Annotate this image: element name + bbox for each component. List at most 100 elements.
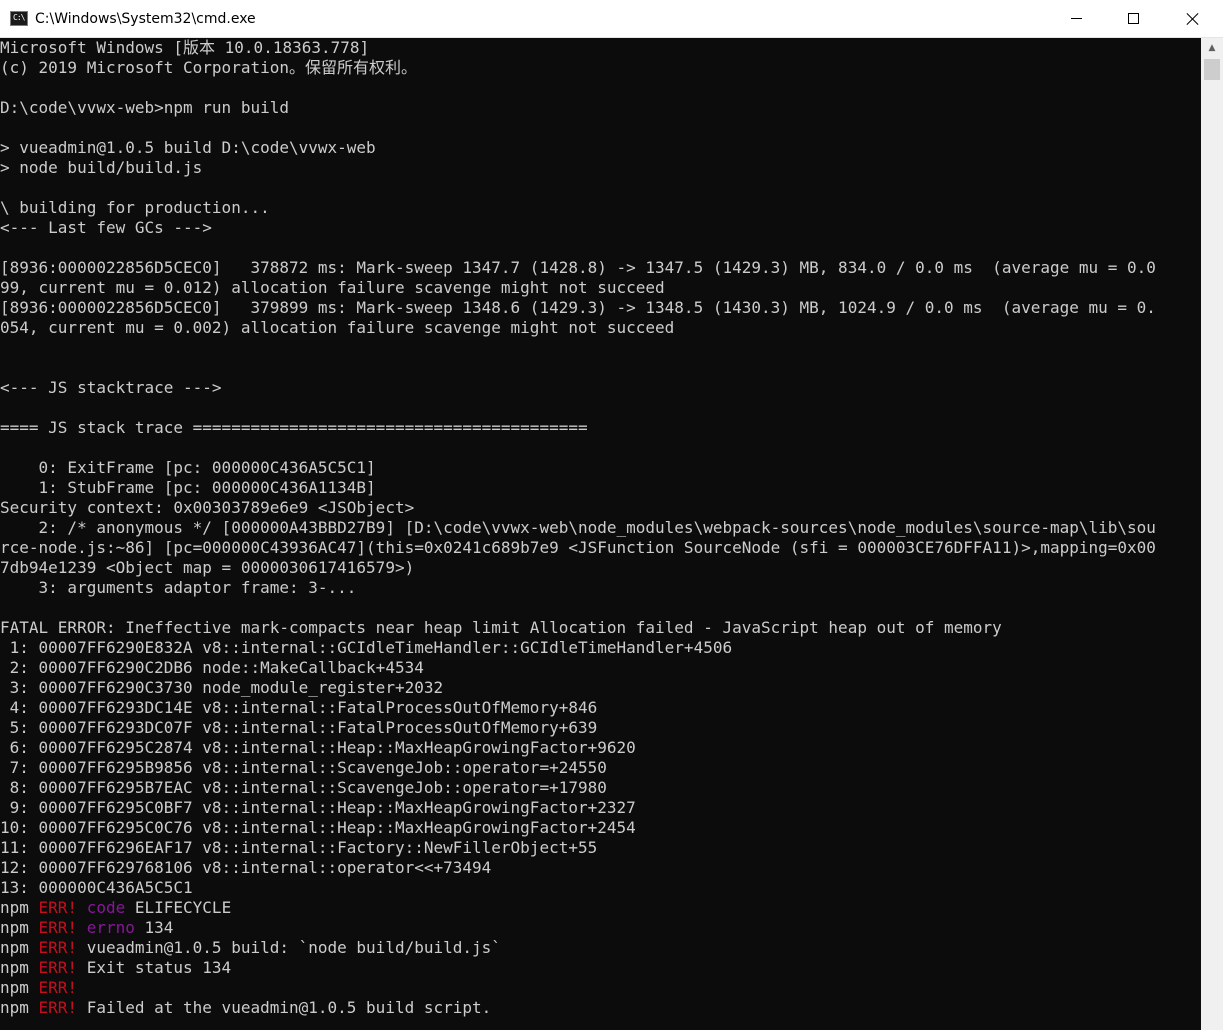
maximize-button[interactable]: [1105, 0, 1163, 38]
console-line: npm ERR! code ELIFECYCLE: [0, 898, 1201, 918]
window-title: C:\Windows\System32\cmd.exe: [35, 11, 256, 27]
console-text: rce-node.js:~86] [pc=000000C43936AC47](t…: [0, 538, 1156, 557]
console-line: 2: /* anonymous */ [000000A43BBD27B9] [D…: [0, 518, 1201, 538]
console-line: 1: StubFrame [pc: 000000C436A1134B]: [0, 478, 1201, 498]
console-text: ==== JS stack trace ====================…: [0, 418, 588, 437]
console-text: 7db94e1239 <Object map = 000003061741657…: [0, 558, 415, 577]
console-text: 5: 00007FF6293DC07F v8::internal::FatalP…: [0, 718, 598, 737]
console-line: Security context: 0x00303789e6e9 <JSObje…: [0, 498, 1201, 518]
console-text: Security context: 0x00303789e6e9 <JSObje…: [0, 498, 415, 517]
console-line: [8936:0000022856D5CEC0] 378872 ms: Mark-…: [0, 258, 1201, 278]
console-text: 1: StubFrame [pc: 000000C436A1134B]: [0, 478, 376, 497]
cmd-app-icon-label: C:\: [13, 13, 25, 22]
console-text: 13: 000000C436A5C5C1: [0, 878, 193, 897]
console-line: 11: 00007FF6296EAF17 v8::internal::Facto…: [0, 838, 1201, 858]
console-text: > node build/build.js: [0, 158, 203, 177]
console-text: 1: 00007FF6290E832A v8::internal::GCIdle…: [0, 638, 733, 657]
console-text: 2: /* anonymous */ [000000A43BBD27B9] [D…: [0, 518, 1156, 537]
title-bar[interactable]: C:\ C:\Windows\System32\cmd.exe: [0, 0, 1223, 38]
console-text: [8936:0000022856D5CEC0] 379899 ms: Mark-…: [0, 298, 1156, 317]
npm-err-label: ERR!: [38, 958, 78, 977]
console-text: 0: ExitFrame [pc: 000000C436A5C5C1]: [0, 458, 376, 477]
console-output[interactable]: Microsoft Windows [版本 10.0.18363.778] (c)…: [0, 38, 1201, 1030]
npm-err-label: ERR!: [38, 898, 78, 917]
cmd-window: C:\ C:\Windows\System32\cmd.exe Microsof…: [0, 0, 1223, 1030]
console-line: 13: 000000C436A5C5C1: [0, 878, 1201, 898]
console-text: 10: 00007FF6295C0C76 v8::internal::Heap:…: [0, 818, 636, 837]
console-line: npm ERR! errno 134: [0, 918, 1201, 938]
console-line: <--- Last few GCs --->: [0, 218, 1201, 238]
npm-err-key: code: [86, 898, 126, 917]
console-text: npm: [0, 978, 39, 997]
console-text: vueadmin@1.0.5 build: `node build/build.…: [77, 938, 501, 957]
console-text: 2: 00007FF6290C2DB6 node::MakeCallback+4…: [0, 658, 424, 677]
console-line: 9: 00007FF6295C0BF7 v8::internal::Heap::…: [0, 798, 1201, 818]
console-line: 12: 00007FF629768106 v8::internal::opera…: [0, 858, 1201, 878]
console-line: 7db94e1239 <Object map = 000003061741657…: [0, 558, 1201, 578]
console-text: 4: 00007FF6293DC14E v8::internal::FatalP…: [0, 698, 598, 717]
close-button[interactable]: [1163, 0, 1223, 38]
console-line: \ building for production...: [0, 198, 1201, 218]
console-line: D:\code\vvwx-web>npm run build: [0, 98, 1201, 118]
console-line: [8936:0000022856D5CEC0] 379899 ms: Mark-…: [0, 298, 1201, 318]
console-text: 11: 00007FF6296EAF17 v8::internal::Facto…: [0, 838, 598, 857]
console-text: \ building for production...: [0, 198, 270, 217]
console-line: Microsoft Windows [版本 10.0.18363.778]: [0, 38, 1201, 58]
console-line: FATAL ERROR: Ineffective mark-compacts n…: [0, 618, 1201, 638]
console-text: Microsoft Windows [版本 10.0.18363.778]: [0, 38, 370, 57]
console-text: ELIFECYCLE: [125, 898, 232, 917]
npm-err-label: ERR!: [38, 998, 78, 1017]
console-line: 1: 00007FF6290E832A v8::internal::GCIdle…: [0, 638, 1201, 658]
console-text: Failed at the vueadmin@1.0.5 build scrip…: [77, 998, 492, 1017]
console-line: npm ERR! vueadmin@1.0.5 build: `node bui…: [0, 938, 1201, 958]
console-line: 3: arguments adaptor frame: 3-...: [0, 578, 1201, 598]
console-text: 8: 00007FF6295B7EAC v8::internal::Scaven…: [0, 778, 607, 797]
console-line: npm ERR! Exit status 134: [0, 958, 1201, 978]
console-line: 10: 00007FF6295C0C76 v8::internal::Heap:…: [0, 818, 1201, 838]
minimize-button[interactable]: [1047, 0, 1105, 38]
console-text: FATAL ERROR: Ineffective mark-compacts n…: [0, 618, 1002, 637]
console-line: 8: 00007FF6295B7EAC v8::internal::Scaven…: [0, 778, 1201, 798]
scroll-thumb[interactable]: [1204, 59, 1220, 80]
console-text: 99, current mu = 0.012) allocation failu…: [0, 278, 665, 297]
console-text: npm: [0, 998, 39, 1017]
console-text: 3: arguments adaptor frame: 3-...: [0, 578, 357, 597]
maximize-icon: [1128, 13, 1139, 24]
console-line: 7: 00007FF6295B9856 v8::internal::Scaven…: [0, 758, 1201, 778]
console-line: > vueadmin@1.0.5 build D:\code\vvwx-web: [0, 138, 1201, 158]
console-text: npm: [0, 958, 39, 977]
close-icon: [1186, 12, 1200, 26]
console-line: 4: 00007FF6293DC14E v8::internal::FatalP…: [0, 698, 1201, 718]
console-line: 0: ExitFrame [pc: 000000C436A5C5C1]: [0, 458, 1201, 478]
console-line: 2: 00007FF6290C2DB6 node::MakeCallback+4…: [0, 658, 1201, 678]
console-text: D:\code\vvwx-web>npm run build: [0, 98, 289, 117]
minimize-icon: [1071, 18, 1082, 19]
console-line: 5: 00007FF6293DC07F v8::internal::FatalP…: [0, 718, 1201, 738]
scroll-up-arrow-icon[interactable]: ▲: [1201, 38, 1223, 58]
npm-err-key: errno: [86, 918, 135, 937]
console-text: 7: 00007FF6295B9856 v8::internal::Scaven…: [0, 758, 607, 777]
npm-err-label: ERR!: [38, 978, 78, 997]
console-line: rce-node.js:~86] [pc=000000C43936AC47](t…: [0, 538, 1201, 558]
console-text: Exit status 134: [77, 958, 232, 977]
console-line: npm ERR!: [0, 978, 1201, 998]
console-line: 99, current mu = 0.012) allocation failu…: [0, 278, 1201, 298]
console-text: 9: 00007FF6295C0BF7 v8::internal::Heap::…: [0, 798, 636, 817]
console-text: [8936:0000022856D5CEC0] 378872 ms: Mark-…: [0, 258, 1156, 277]
cmd-app-icon[interactable]: C:\: [10, 11, 28, 26]
console-line: 054, current mu = 0.002) allocation fail…: [0, 318, 1201, 338]
console-text: (c) 2019 Microsoft Corporation。保留所有权利。: [0, 58, 417, 77]
console-text: > vueadmin@1.0.5 build D:\code\vvwx-web: [0, 138, 376, 157]
vertical-scrollbar[interactable]: ▲: [1201, 38, 1223, 1030]
console-line: 3: 00007FF6290C3730 node_module_register…: [0, 678, 1201, 698]
